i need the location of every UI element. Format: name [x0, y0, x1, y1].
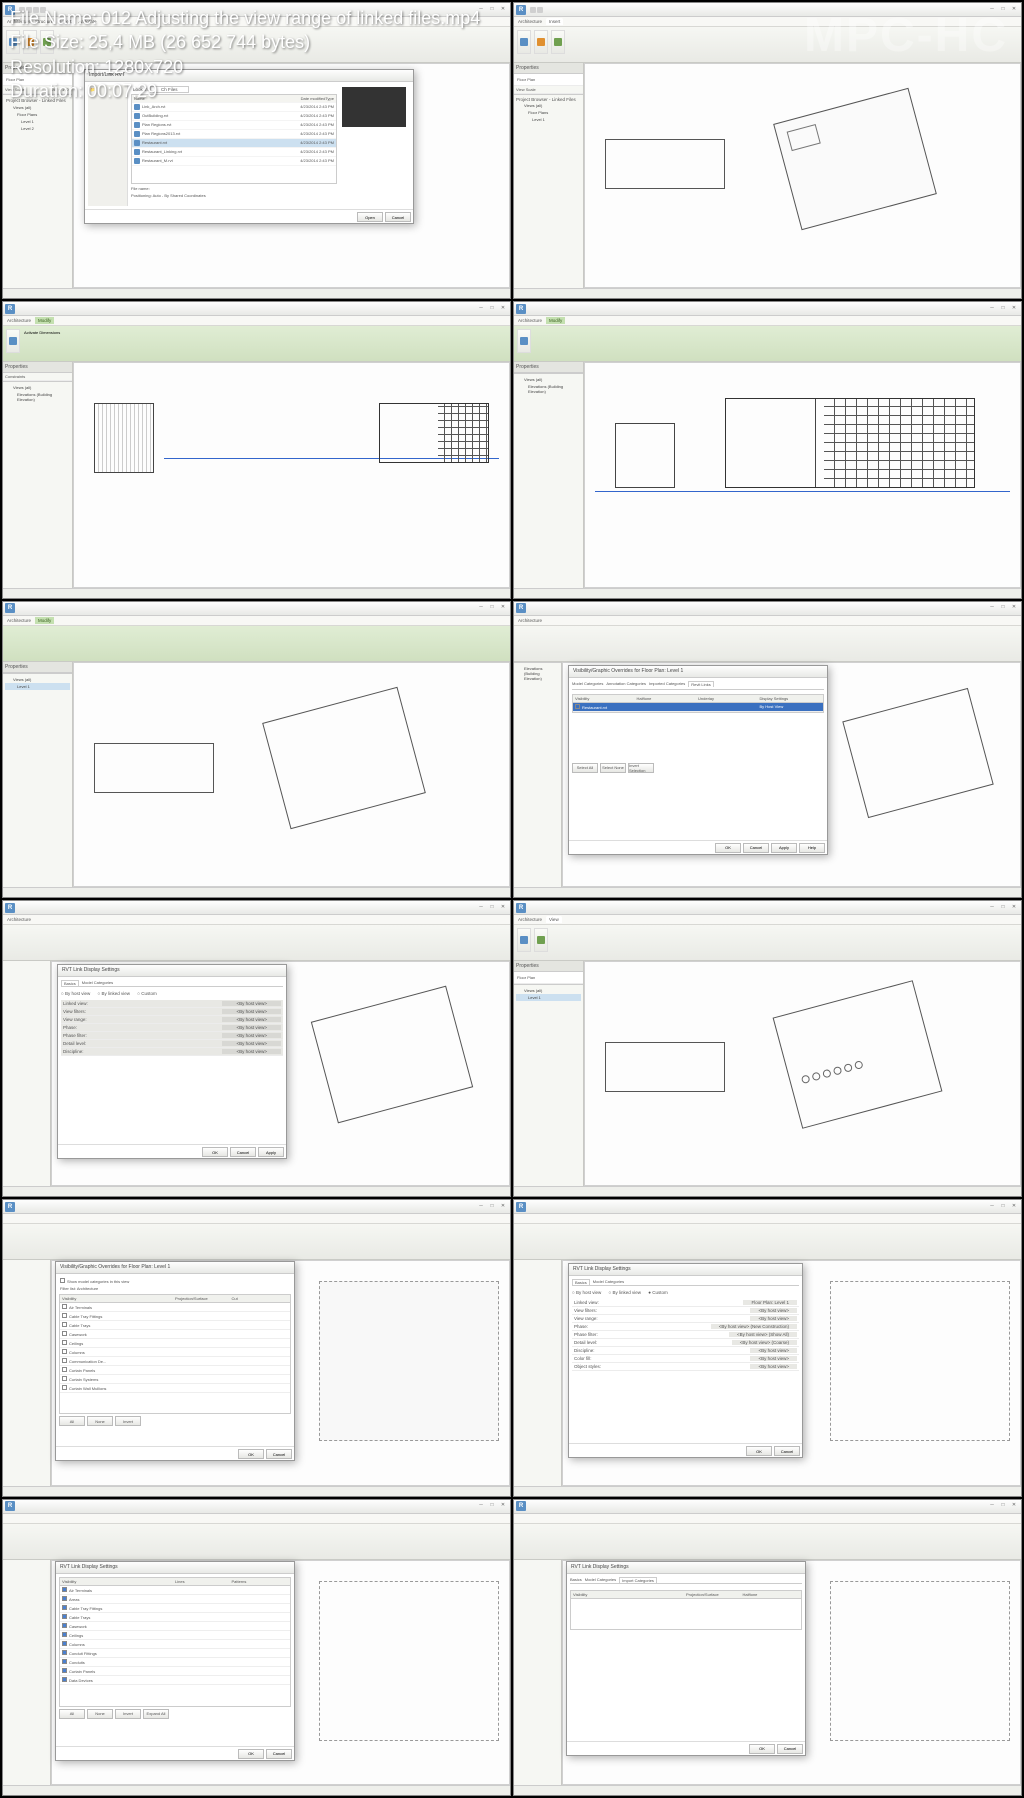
open-button[interactable]: Open	[357, 212, 383, 222]
mpc-hc-logo: MPC-HC	[804, 8, 1008, 63]
vg-overrides-dialog: Visibility/Graphic Overrides for Floor P…	[568, 665, 828, 855]
thumb-elevation-small[interactable]: R─□✕ ArchitectureModify Activate Dimensi…	[2, 301, 511, 598]
vg-model-cat-dialog: Visibility/Graphic Overrides for Floor P…	[55, 1261, 295, 1461]
thumb-elevation-large[interactable]: R─□✕ ArchitectureModify Properties Views…	[513, 301, 1022, 598]
thumb-rvt-link-custom[interactable]: R─□✕ RVT Link Display Settings Basics Mo…	[513, 1199, 1022, 1496]
thumb-floorplan-furniture[interactable]: R─□✕ ArchitectureView Properties Floor P…	[513, 900, 1022, 1197]
thumb-rvt-link-basics[interactable]: R─□✕ Architecture RVT Link Display Setti…	[2, 900, 511, 1197]
thumb-vg-links[interactable]: R─□✕ Architecture Elevations (Building E…	[513, 601, 1022, 898]
status-bar	[3, 288, 510, 298]
thumb-import-categories[interactable]: R─□✕ RVT Link Display Settings Basics Mo…	[513, 1499, 1022, 1796]
thumb-model-cat-checked[interactable]: R─□✕ RVT Link Display Settings Visibilit…	[2, 1499, 511, 1796]
rvt-link-dialog: RVT Link Display Settings Basics Model C…	[57, 964, 287, 1159]
thumb-model-categories[interactable]: R─□✕ Visibility/Graphic Overrides for Fl…	[2, 1199, 511, 1496]
thumbnail-grid: R ─□✕ ArchitectureStructure InsertAnnota…	[0, 0, 1024, 1798]
cancel-button[interactable]: Cancel	[385, 212, 411, 222]
thumb-floorplan-view[interactable]: R─□✕ ArchitectureModify Properties Views…	[2, 601, 511, 898]
